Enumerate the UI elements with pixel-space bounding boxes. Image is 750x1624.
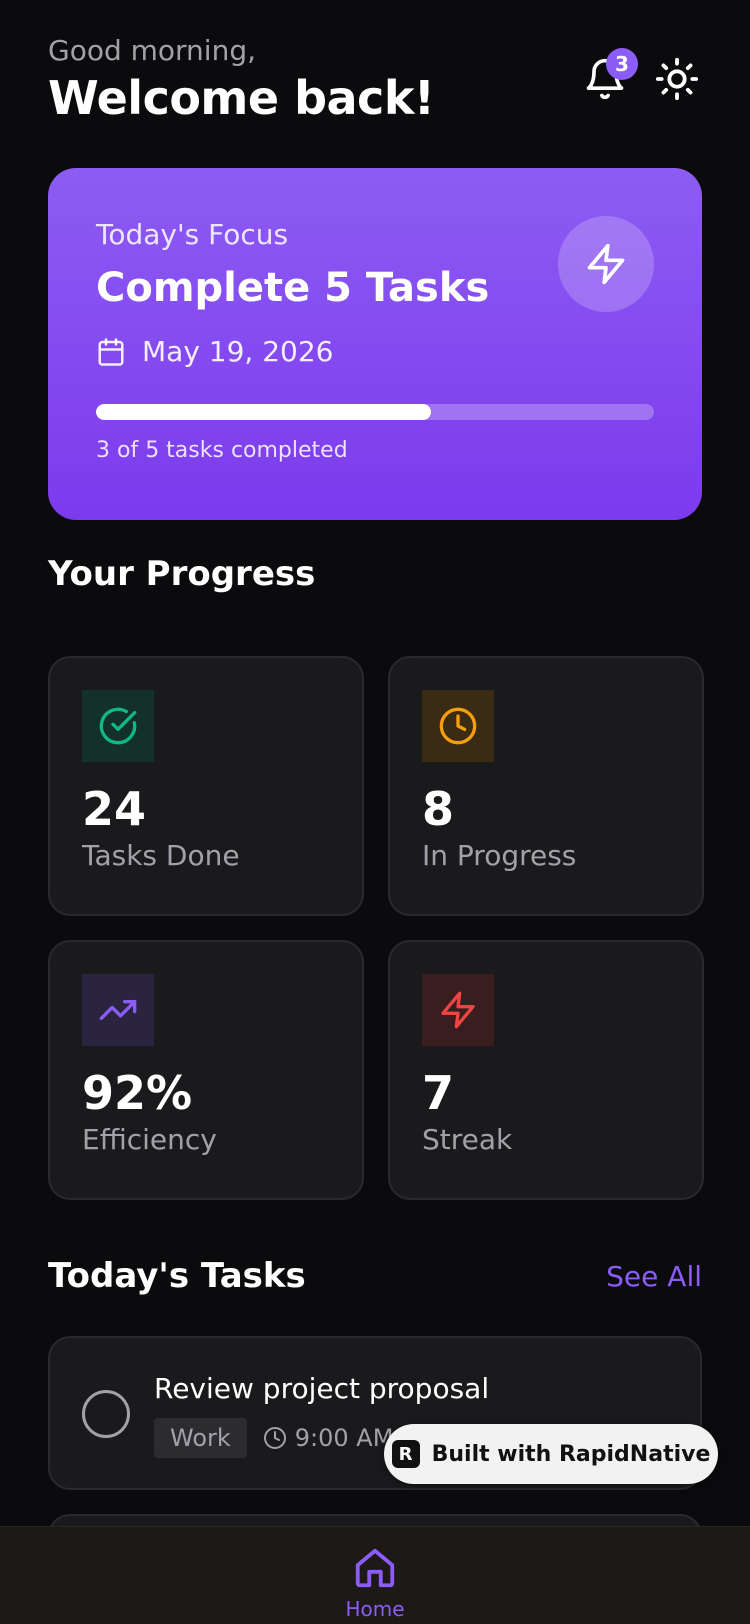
stat-card-in-progress[interactable]: 8 In Progress <box>388 656 704 916</box>
clock-icon <box>439 707 477 745</box>
task-time: 9:00 AM <box>263 1424 394 1452</box>
stat-value: 8 <box>422 782 455 836</box>
task-tag: Work <box>154 1418 247 1458</box>
tasks-section-title: Today's Tasks <box>48 1256 306 1296</box>
focus-progress-fill <box>96 404 431 420</box>
check-circle-icon <box>99 707 137 745</box>
stat-card-streak[interactable]: 7 Streak <box>388 940 704 1200</box>
rapidnative-logo-icon: R <box>391 1440 420 1468</box>
stat-label: Efficiency <box>82 1122 217 1156</box>
stat-value: 24 <box>82 782 147 836</box>
built-with-badge[interactable]: R Built with RapidNative <box>384 1424 718 1484</box>
stat-icon-box <box>422 690 494 762</box>
see-all-link[interactable]: See All <box>606 1260 702 1293</box>
task-time-text: 9:00 AM <box>294 1424 394 1452</box>
task-checkbox[interactable] <box>82 1390 130 1438</box>
stat-icon-box <box>82 974 154 1046</box>
stat-icon-box <box>82 690 154 762</box>
header: Good morning, Welcome back! 3 <box>48 34 702 134</box>
stat-label: Streak <box>422 1122 513 1156</box>
stat-card-efficiency[interactable]: 92% Efficiency <box>48 940 364 1200</box>
stat-value: 92% <box>82 1066 193 1120</box>
clock-icon <box>263 1427 286 1449</box>
focus-progress-text: 3 of 5 tasks completed <box>96 438 348 463</box>
progress-section-title: Your Progress <box>48 554 316 594</box>
theme-toggle-button[interactable] <box>652 54 702 104</box>
focus-date: May 19, 2026 <box>96 335 654 368</box>
sun-icon <box>655 57 699 101</box>
lightning-icon <box>441 991 475 1029</box>
home-screen: Good morning, Welcome back! 3 Today's Fo… <box>0 0 750 1624</box>
built-with-text: Built with RapidNative <box>431 1441 711 1467</box>
nav-tab-home[interactable]: Home <box>345 1545 405 1621</box>
stat-value: 7 <box>422 1066 455 1120</box>
trending-up-icon <box>99 1000 137 1020</box>
notifications-button[interactable]: 3 <box>580 48 638 104</box>
header-actions: 3 <box>580 48 702 104</box>
bottom-nav: Home <box>0 1526 750 1624</box>
stat-label: Tasks Done <box>82 838 240 872</box>
task-title: Review project proposal <box>154 1372 490 1405</box>
focus-lightning-badge <box>558 216 654 312</box>
nav-home-label: Home <box>345 1597 405 1621</box>
lightning-icon <box>587 243 625 285</box>
stat-card-tasks-done[interactable]: 24 Tasks Done <box>48 656 364 916</box>
stat-label: In Progress <box>422 838 577 872</box>
calendar-icon <box>98 337 124 366</box>
focus-progress-bar <box>96 404 654 420</box>
home-icon <box>355 1548 395 1588</box>
notification-badge: 3 <box>606 48 638 80</box>
focus-card[interactable]: Today's Focus Complete 5 Tasks May 19, 2… <box>48 168 702 520</box>
focus-date-text: May 19, 2026 <box>142 335 334 368</box>
stat-icon-box <box>422 974 494 1046</box>
task-meta: Work 9:00 AM <box>154 1418 393 1458</box>
